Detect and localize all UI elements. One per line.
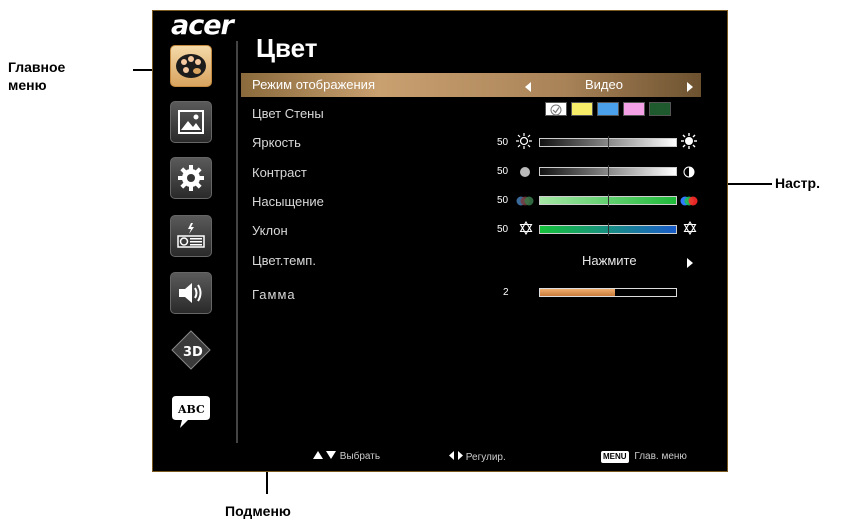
language-abc-icon[interactable]: ABC	[170, 390, 212, 432]
contrast-low-icon	[519, 165, 531, 183]
color-temp-value[interactable]: Нажмите	[582, 253, 637, 269]
acer-logo: acer	[171, 10, 234, 41]
menu-key-icon: MENU	[601, 451, 629, 463]
saturation-value: 50	[497, 195, 509, 206]
tint-value: 50	[497, 224, 509, 235]
sun-bright-icon	[681, 133, 697, 154]
display-mode-value: Видео	[585, 77, 623, 92]
tint-high-icon	[683, 220, 697, 240]
contrast-value: 50	[497, 166, 509, 177]
row-display-mode[interactable]: Режим отображения Видео	[241, 73, 701, 97]
footer-main-menu-hint: MENU Глав. меню	[601, 451, 687, 463]
footer-select-hint: Выбрать	[313, 451, 380, 463]
brightness-slider-handle[interactable]	[608, 136, 609, 149]
gamma-slider[interactable]	[539, 288, 677, 297]
gamma-label: Гамма	[252, 287, 296, 302]
image-icon[interactable]	[170, 101, 212, 143]
contrast-slider[interactable]	[539, 165, 677, 178]
callout-submenu: Подменю	[225, 503, 291, 519]
gear-icon[interactable]	[170, 157, 212, 199]
svg-text:3D: 3D	[183, 345, 203, 360]
tint-slider-handle[interactable]	[608, 223, 609, 236]
speaker-icon[interactable]	[170, 272, 212, 314]
contrast-slider-handle[interactable]	[608, 165, 609, 178]
saturation-label: Насыщение	[252, 194, 324, 209]
tint-low-icon	[519, 220, 533, 240]
brightness-slider[interactable]	[539, 136, 677, 149]
svg-text:ABC: ABC	[177, 403, 205, 416]
wall-color-swatch-green[interactable]	[649, 102, 671, 116]
footer-main-menu-label: Глав. меню	[634, 451, 687, 462]
saturation-slider[interactable]	[539, 194, 677, 207]
contrast-label: Контраст	[252, 165, 307, 180]
footer-adjust-hint: Регулир.	[449, 451, 506, 464]
sidebar-separator	[236, 41, 238, 443]
wall-color-swatch-white[interactable]	[545, 102, 567, 116]
footer-adjust-label: Регулир.	[465, 452, 506, 463]
brightness-label: Яркость	[252, 135, 301, 150]
display-mode-label: Режим отображения	[252, 77, 375, 92]
footer-select-label: Выбрать	[339, 451, 381, 462]
callout-main-menu: Главное меню	[8, 58, 65, 94]
saturation-high-icon	[680, 194, 698, 212]
osd-menu-window: acer 3D ABC Цвет Режим отображения Видео…	[152, 10, 728, 472]
palette-icon[interactable]	[170, 45, 212, 87]
projector-icon[interactable]	[170, 215, 212, 257]
gamma-value: 2	[503, 287, 509, 298]
wall-color-swatch-pink[interactable]	[623, 102, 645, 116]
wall-color-label: Цвет Стены	[252, 106, 324, 121]
wall-color-swatch-yellow[interactable]	[571, 102, 593, 116]
tint-slider[interactable]	[539, 223, 677, 236]
saturation-low-icon	[516, 194, 534, 212]
brightness-value: 50	[497, 137, 509, 148]
callout-main-menu-line2: меню	[8, 77, 47, 93]
gamma-slider-fill	[540, 289, 615, 296]
contrast-high-icon	[683, 165, 695, 183]
callout-main-menu-line1: Главное	[8, 59, 66, 75]
tint-label: Уклон	[252, 223, 288, 238]
page-title: Цвет	[256, 33, 318, 63]
saturation-slider-handle[interactable]	[608, 194, 609, 207]
arrow-left-icon[interactable]	[525, 79, 531, 97]
up-down-arrows-icon	[313, 451, 337, 463]
arrow-right-icon[interactable]	[687, 79, 693, 97]
callout-settings: Настр.	[775, 175, 820, 191]
sun-dim-icon	[516, 133, 532, 154]
left-right-arrows-icon	[449, 451, 463, 464]
color-temp-label: Цвет.темп.	[252, 253, 316, 268]
wall-color-swatch-blue[interactable]	[597, 102, 619, 116]
color-temp-arrow-icon[interactable]	[687, 255, 693, 273]
3d-icon[interactable]: 3D	[170, 329, 212, 371]
